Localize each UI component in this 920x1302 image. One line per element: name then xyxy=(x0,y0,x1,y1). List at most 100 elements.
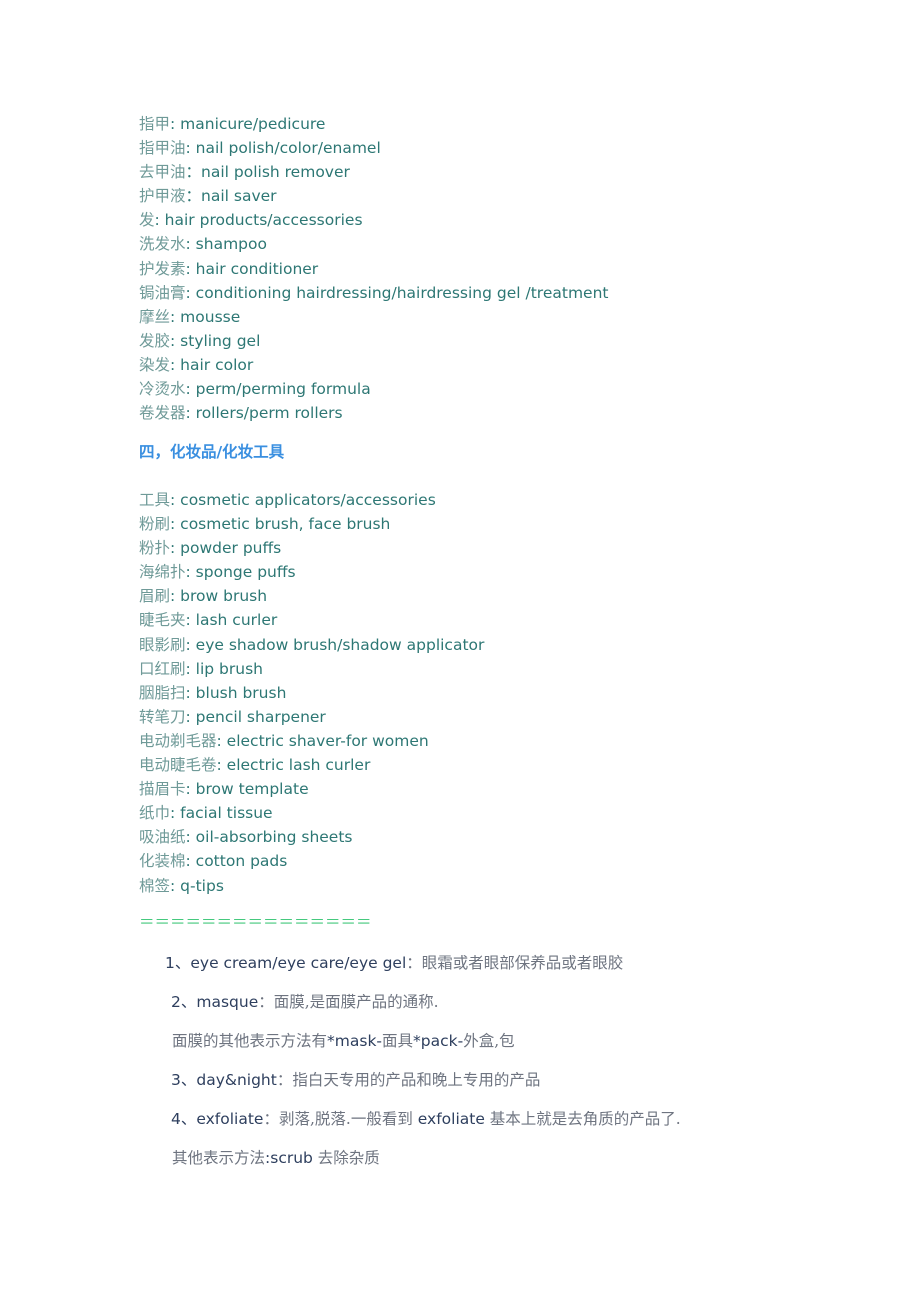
vocab-term-chinese: 指甲油 xyxy=(139,139,186,158)
vocab-term-english: rollers/perm rollers xyxy=(195,404,343,423)
vocab-separator: : xyxy=(170,876,181,895)
vocab-entry: 口红刷: lip brush xyxy=(139,657,484,681)
vocab-entry: 纸巾: facial tissue xyxy=(139,801,484,825)
vocab-entry: 化装棉: cotton pads xyxy=(139,849,484,873)
vocab-entry: 护甲液：nail saver xyxy=(139,184,608,208)
vocab-entry: 转笔刀: pencil sharpener xyxy=(139,705,484,729)
vocab-entry: 电动剃毛器: electric shaver-for women xyxy=(139,729,484,753)
vocab-term-english: blush brush xyxy=(195,683,287,702)
vocab-term-english: perm/perming formula xyxy=(195,380,371,399)
vocab-separator: : xyxy=(185,611,196,630)
vocab-entry: 描眉卡: brow template xyxy=(139,777,484,801)
vocab-term-english: hair color xyxy=(180,355,254,374)
vocab-term-english: lash curler xyxy=(195,611,278,630)
vocab-term-chinese: 工具 xyxy=(139,491,171,509)
note-chinese-text: 去除杂质 xyxy=(312,1149,380,1167)
vocab-separator: : xyxy=(185,828,196,847)
vocab-term-chinese: 摩丝 xyxy=(139,307,171,326)
vocab-separator: : xyxy=(170,539,181,558)
vocab-term-chinese: 冷烫水 xyxy=(139,380,186,399)
vocab-term-chinese: 睫毛夹 xyxy=(139,611,186,630)
vocab-term-english: sponge puffs xyxy=(195,563,296,582)
note-english-text: *pack- xyxy=(413,1032,464,1050)
vocab-entry: 睫毛夹: lash curler xyxy=(139,608,484,632)
note-line: 1、eye cream/eye care/eye gel：眼霜或者眼部保养品或者… xyxy=(165,951,623,975)
vocab-entry: 眉刷: brow brush xyxy=(139,584,484,608)
vocab-term-chinese: 卷发器 xyxy=(139,404,186,423)
vocab-entry: 粉扑: powder puffs xyxy=(139,536,484,560)
vocab-entry: 粉刷: cosmetic brush, face brush xyxy=(139,512,484,536)
vocab-term-english: electric shaver-for women xyxy=(226,731,429,750)
vocab-separator: : xyxy=(185,139,196,158)
vocab-separator: : xyxy=(185,635,196,654)
note-chinese-text: ：面膜,是面膜产品的通称. xyxy=(258,993,439,1011)
vocab-separator: : xyxy=(170,331,181,350)
vocab-term-english: styling gel xyxy=(180,331,261,350)
vocab-term-english: manicure/pedicure xyxy=(180,115,326,133)
vocab-entry: 锔油膏: conditioning hairdressing/hairdress… xyxy=(139,281,608,305)
vocab-term-english: electric lash curler xyxy=(226,756,371,775)
vocab-entry: 电动睫毛卷: electric lash curler xyxy=(139,753,484,777)
vocab-term-english: nail saver xyxy=(201,187,277,206)
vocab-separator: : xyxy=(185,563,196,582)
vocab-term-english: hair conditioner xyxy=(195,259,319,278)
vocab-term-chinese: 护甲液 xyxy=(139,187,186,206)
vocab-term-chinese: 粉扑 xyxy=(139,539,171,558)
vocab-term-chinese: 吸油纸 xyxy=(139,828,186,847)
vocab-term-english: facial tissue xyxy=(180,804,273,823)
vocab-entry: 指甲油: nail polish/color/enamel xyxy=(139,136,608,160)
vocab-entry: 指甲: manicure/pedicure xyxy=(139,112,608,136)
vocab-entry: 摩丝: mousse xyxy=(139,305,608,329)
vocab-separator: : xyxy=(185,707,196,726)
vocab-separator: : xyxy=(154,211,165,230)
vocab-separator: : xyxy=(170,307,181,326)
vocab-term-english: nail polish/color/enamel xyxy=(195,139,381,158)
note-english-text: 3、day&night xyxy=(171,1071,277,1089)
vocab-term-english: powder puffs xyxy=(180,539,282,558)
note-line: 其他表示方法:scrub 去除杂质 xyxy=(172,1146,380,1170)
vocab-term-english: q-tips xyxy=(180,876,224,895)
vocab-separator: : xyxy=(185,380,196,399)
vocab-separator: : xyxy=(185,404,196,423)
vocab-entry: 冷烫水: perm/perming formula xyxy=(139,377,608,401)
note-english-text: 1、eye cream/eye care/eye gel xyxy=(165,954,407,972)
vocab-separator: : xyxy=(185,683,196,702)
vocab-separator: : xyxy=(185,659,196,678)
vocab-separator: ： xyxy=(185,187,202,206)
vocab-separator: : xyxy=(216,731,227,750)
vocab-term-chinese: 粉刷 xyxy=(139,515,171,534)
note-english-text: *mask- xyxy=(327,1032,383,1050)
vocab-separator: : xyxy=(216,756,227,775)
vocab-term-english: conditioning hairdressing/hairdressing g… xyxy=(195,283,609,302)
vocab-term-english: lip brush xyxy=(195,659,263,678)
note-chinese-text: 面具 xyxy=(382,1032,414,1050)
vocab-entry: 海绵扑: sponge puffs xyxy=(139,560,484,584)
vocab-term-chinese: 眉刷 xyxy=(139,587,171,606)
vocab-separator: : xyxy=(185,852,196,871)
vocab-entry: 眼影刷: eye shadow brush/shadow applicator xyxy=(139,633,484,657)
vocab-entry: 吸油纸: oil-absorbing sheets xyxy=(139,825,484,849)
vocab-term-chinese: 口红刷 xyxy=(139,659,186,678)
vocab-term-chinese: 发 xyxy=(139,211,155,230)
vocab-term-chinese: 染发 xyxy=(139,355,171,374)
vocab-term-english: hair products/accessories xyxy=(164,211,363,230)
vocab-term-chinese: 护发素 xyxy=(139,259,186,278)
vocab-entry: 发胶: styling gel xyxy=(139,329,608,353)
vocab-separator: : xyxy=(170,355,181,374)
vocab-separator: : xyxy=(170,587,181,606)
section-heading: 四，化妆品/化妆工具 xyxy=(139,443,285,461)
vocab-separator: : xyxy=(185,283,196,302)
note-english-text: exfoliate xyxy=(417,1110,485,1128)
note-chinese-text: ：眼霜或者眼部保养品或者眼胶 xyxy=(406,954,624,972)
vocab-term-english: nail polish remover xyxy=(201,163,350,182)
vocab-term-english: eye shadow brush/shadow applicator xyxy=(195,635,485,654)
vocab-term-chinese: 去甲油 xyxy=(139,163,186,182)
note-line: 3、day&night：指白天专用的产品和晚上专用的产品 xyxy=(171,1068,540,1092)
divider-line: ＝＝＝＝＝＝＝＝＝＝＝＝＝＝＝ xyxy=(139,913,372,931)
vocab-entry: 护发素: hair conditioner xyxy=(139,257,608,281)
vocab-term-chinese: 化装棉 xyxy=(139,852,186,871)
note-english-text: :scrub xyxy=(265,1149,313,1167)
vocab-term-english: pencil sharpener xyxy=(195,707,326,726)
vocab-separator: : xyxy=(170,491,181,509)
vocab-term-chinese: 胭脂扫 xyxy=(139,683,186,702)
